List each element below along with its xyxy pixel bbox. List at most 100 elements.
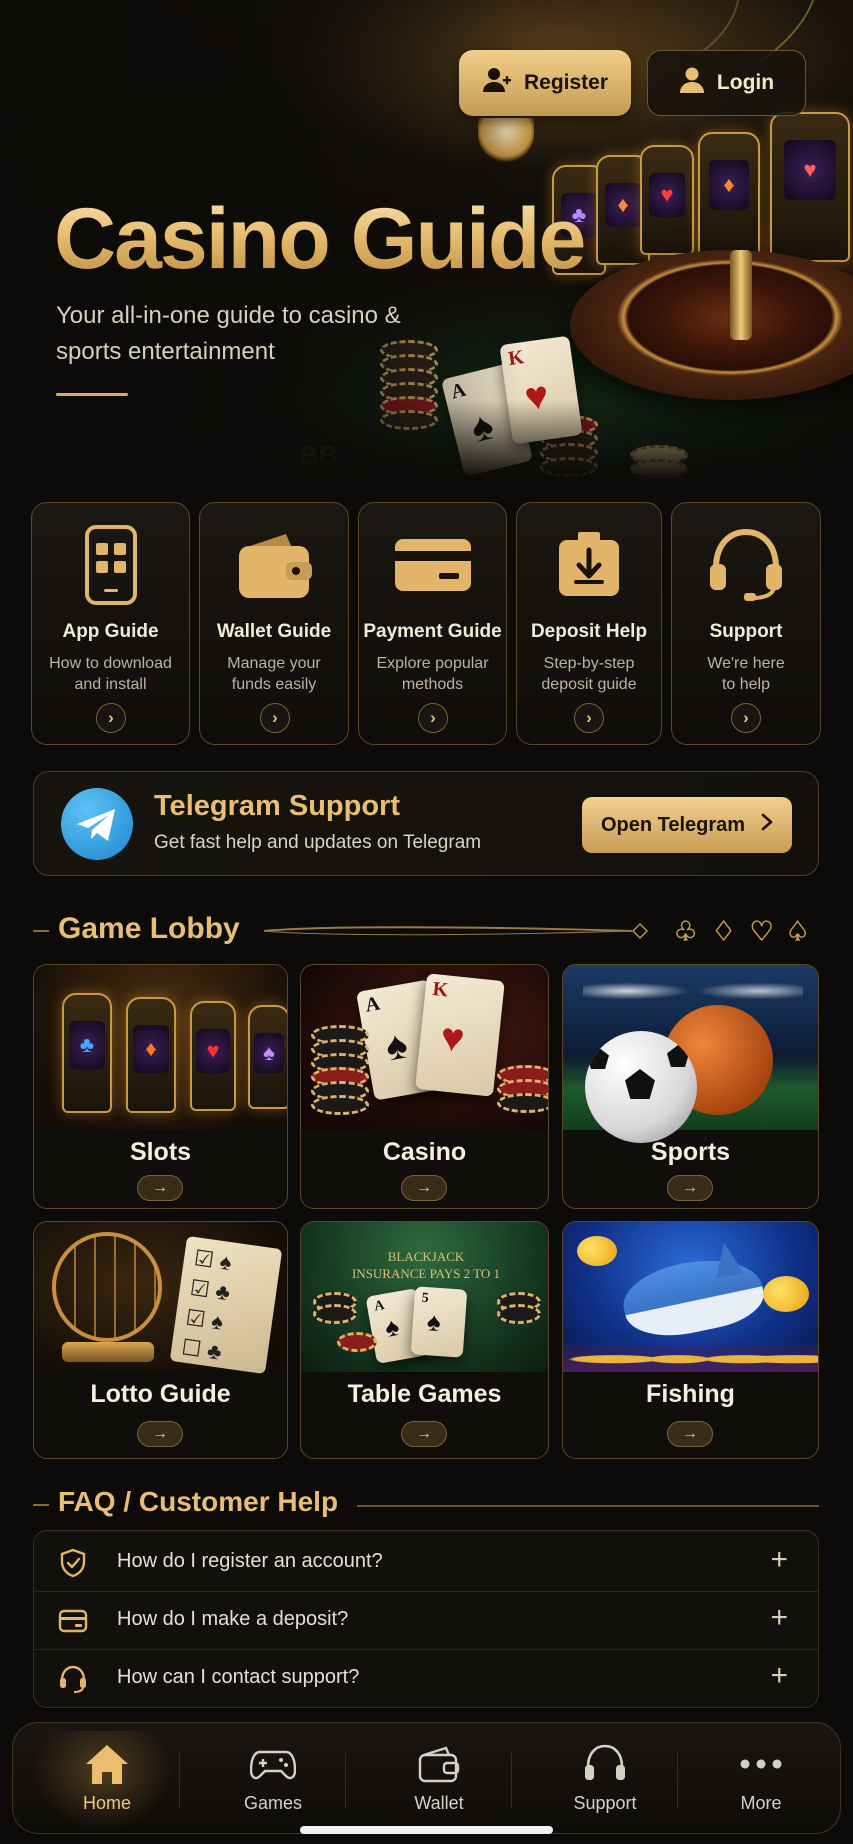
lotto-ticket: ☑ ♠ ☑ ♣ ☑ ♠ ☐ ♣ bbox=[169, 1235, 283, 1375]
register-button[interactable]: Register bbox=[459, 50, 631, 116]
guide-card-app[interactable]: App Guide How to download and install › bbox=[31, 502, 190, 745]
yellow-fish bbox=[577, 1236, 617, 1266]
guide-card-payment[interactable]: Payment Guide Explore popular methods › bbox=[358, 502, 507, 745]
login-button[interactable]: Login bbox=[647, 50, 806, 116]
game-label: Table Games bbox=[347, 1380, 502, 1408]
guide-title: Wallet Guide bbox=[216, 621, 332, 642]
game-lobby-title: Game Lobby bbox=[58, 912, 240, 945]
hero-title: Casino Guide bbox=[54, 191, 586, 287]
headset-icon bbox=[525, 1739, 685, 1789]
chevron-right-icon bbox=[761, 813, 773, 837]
guide-card-deposit[interactable]: Deposit Help Step-by-step deposit guide › bbox=[516, 502, 662, 745]
nav-support[interactable]: Support bbox=[525, 1723, 685, 1835]
guide-title: App Guide bbox=[62, 621, 159, 642]
section-dash bbox=[33, 930, 49, 932]
telegram-subtitle: Get fast help and updates on Telegram bbox=[154, 832, 482, 853]
arrow-right-icon[interactable]: → bbox=[667, 1421, 713, 1447]
telegram-support-banner: Telegram Support Get fast help and updat… bbox=[33, 771, 819, 876]
sports-image bbox=[563, 965, 818, 1143]
shield-check-icon bbox=[58, 1548, 88, 1578]
faq-question: How can I contact support? bbox=[117, 1666, 360, 1688]
chevron-right-icon[interactable]: › bbox=[260, 703, 290, 733]
nav-label: Wallet bbox=[414, 1793, 464, 1813]
nav-label: Support bbox=[573, 1793, 637, 1813]
table-games-image: BLACKJACK INSURANCE PAYS 2 TO 1 A ♠ 5 ♠ bbox=[301, 1222, 548, 1372]
plus-icon[interactable]: + bbox=[770, 1543, 788, 1577]
credit-card-icon bbox=[359, 525, 506, 605]
faq-item[interactable]: How can I contact support? + bbox=[34, 1649, 818, 1707]
slot-machine-decoration: ♥ bbox=[770, 112, 850, 262]
more-dots-icon bbox=[681, 1739, 841, 1789]
nav-more[interactable]: More bbox=[681, 1723, 841, 1835]
nav-divider bbox=[677, 1751, 678, 1809]
faq-question: How do I make a deposit? bbox=[117, 1608, 349, 1630]
app-screen: ♣ ♦ ♥ ♦ ♥ BB A♠ K♥ bbox=[0, 0, 853, 1844]
nav-wallet[interactable]: Wallet bbox=[359, 1723, 519, 1835]
plus-icon[interactable]: + bbox=[770, 1601, 788, 1635]
arrow-right-icon[interactable]: → bbox=[401, 1421, 447, 1447]
plus-icon[interactable]: + bbox=[770, 1659, 788, 1693]
login-label: Login bbox=[716, 71, 775, 94]
game-label: Fishing bbox=[646, 1380, 735, 1408]
register-label: Register bbox=[523, 71, 609, 94]
nav-home[interactable]: Home bbox=[27, 1723, 187, 1835]
faq-question: How do I register an account? bbox=[117, 1550, 383, 1572]
guide-title: Payment Guide bbox=[363, 621, 502, 642]
open-telegram-button[interactable]: Open Telegram bbox=[582, 797, 792, 853]
telegram-icon bbox=[61, 788, 133, 860]
svg-text:♥: ♥ bbox=[750, 917, 773, 946]
hero-bottom-fade bbox=[0, 400, 853, 480]
wallet-icon bbox=[200, 525, 348, 605]
guide-card-support[interactable]: Support We're here to help › bbox=[671, 502, 821, 745]
arrow-right-icon[interactable]: → bbox=[667, 1175, 713, 1201]
arrow-right-icon[interactable]: → bbox=[137, 1421, 183, 1447]
guide-description: Step-by-step deposit guide bbox=[541, 655, 637, 693]
chevron-right-icon[interactable]: › bbox=[96, 703, 126, 733]
guide-card-wallet[interactable]: Wallet Guide Manage your funds easily › bbox=[199, 502, 349, 745]
guide-description: Manage your funds easily bbox=[227, 655, 321, 693]
svg-text:♣: ♣ bbox=[674, 917, 697, 946]
open-telegram-label: Open Telegram bbox=[600, 813, 746, 836]
soccer-ball bbox=[585, 1031, 697, 1143]
wallet-icon bbox=[359, 1739, 519, 1789]
game-tile-lotto[interactable]: ☑ ♠ ☑ ♣ ☑ ♠ ☐ ♣ Lotto Guide → bbox=[33, 1221, 288, 1459]
lobby-header-ornament: ♣ ♦ ♥ ♠ bbox=[262, 916, 822, 948]
arrow-right-icon[interactable]: → bbox=[401, 1175, 447, 1201]
faq-list: How do I register an account? + How do I… bbox=[33, 1530, 819, 1708]
game-tile-slots[interactable]: ♣ ♦ ♥ ♠ Slots → bbox=[33, 964, 288, 1209]
lotto-image: ☑ ♠ ☑ ♣ ☑ ♠ ☐ ♣ bbox=[34, 1222, 287, 1375]
faq-item[interactable]: How do I make a deposit? + bbox=[34, 1591, 818, 1649]
guide-title: Deposit Help bbox=[530, 621, 648, 642]
nav-games[interactable]: Games bbox=[193, 1723, 353, 1835]
casino-image: A ♠ K ♥ bbox=[301, 965, 548, 1130]
nav-divider bbox=[511, 1751, 512, 1809]
slots-image: ♣ ♦ ♥ ♠ bbox=[34, 965, 287, 1130]
headset-icon bbox=[672, 525, 820, 605]
nav-label: Games bbox=[243, 1793, 303, 1813]
svg-text:♦: ♦ bbox=[712, 917, 735, 946]
chevron-right-icon[interactable]: › bbox=[731, 703, 761, 733]
game-label: Slots bbox=[129, 1138, 192, 1166]
gamepad-icon bbox=[193, 1739, 353, 1789]
fishing-image bbox=[563, 1222, 818, 1372]
game-tile-fishing[interactable]: Fishing → bbox=[562, 1221, 819, 1459]
bottom-navigation: Home Games Wallet Support More bbox=[12, 1722, 841, 1834]
phone-app-icon bbox=[32, 525, 189, 605]
nav-divider bbox=[179, 1751, 180, 1809]
hero-divider bbox=[56, 393, 128, 396]
hero-banner: ♣ ♦ ♥ ♦ ♥ BB A♠ K♥ bbox=[0, 0, 853, 480]
chevron-right-icon[interactable]: › bbox=[418, 703, 448, 733]
deposit-box-icon bbox=[517, 525, 661, 605]
game-label: Casino bbox=[382, 1138, 467, 1166]
faq-item[interactable]: How do I register an account? + bbox=[34, 1533, 818, 1591]
telegram-title: Telegram Support bbox=[154, 790, 400, 822]
game-tile-sports[interactable]: Sports → bbox=[562, 964, 819, 1209]
home-indicator[interactable] bbox=[300, 1826, 553, 1834]
chevron-right-icon[interactable]: › bbox=[574, 703, 604, 733]
arrow-right-icon[interactable]: → bbox=[137, 1175, 183, 1201]
game-tile-table-games[interactable]: BLACKJACK INSURANCE PAYS 2 TO 1 A ♠ 5 ♠ Tab… bbox=[300, 1221, 549, 1459]
game-tile-casino[interactable]: A ♠ K ♥ Casino → bbox=[300, 964, 549, 1209]
yellow-fish bbox=[763, 1276, 809, 1312]
card-icon bbox=[58, 1606, 88, 1636]
slot-machine-decoration: ♥ bbox=[640, 145, 694, 255]
